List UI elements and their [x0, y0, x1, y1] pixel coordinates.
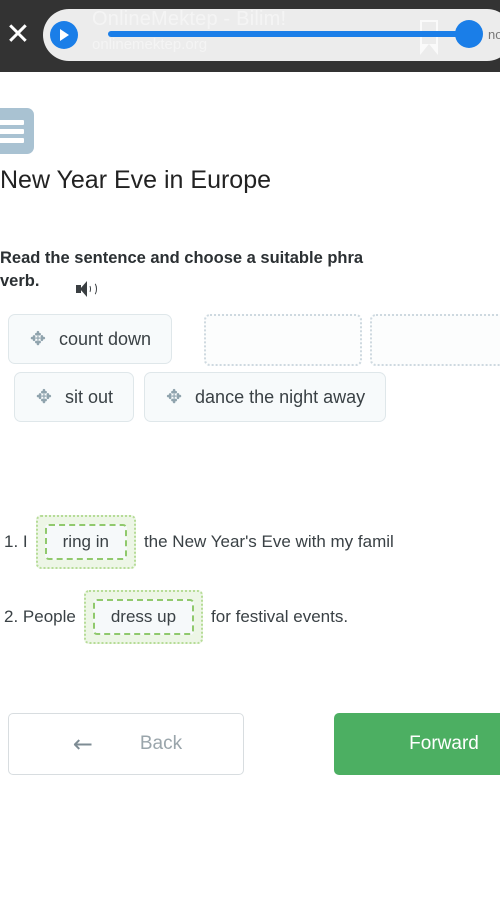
seek-track[interactable] — [108, 31, 468, 37]
empty-drop-slot-2[interactable] — [370, 314, 500, 366]
browser-top-bar: ✕ OnlineMektep - Bilim! onlinemektep.org… — [0, 0, 500, 72]
forward-button-label: Forward — [409, 733, 479, 754]
question-number-1: 1. I — [4, 532, 28, 551]
arrow-left-icon: ← — [72, 730, 93, 758]
page-title: New Year Eve in Europe — [0, 166, 272, 194]
word-chip-sit-out[interactable]: ✥ sit out — [14, 372, 135, 422]
filled-drop-slot-2[interactable]: dress up — [83, 590, 204, 644]
speaker-icon[interactable] — [76, 280, 98, 298]
browser-url: onlinemektep.org — [92, 36, 208, 53]
app-screen: ✕ OnlineMektep - Bilim! onlinemektep.org… — [0, 0, 500, 911]
close-icon[interactable]: ✕ — [2, 20, 34, 52]
task-instruction-line1: Read the sentence and choose a suitable … — [0, 249, 364, 267]
question-number-2: 2. People — [4, 607, 76, 626]
empty-drop-slot-1[interactable] — [204, 314, 362, 366]
seek-thumb[interactable] — [455, 20, 483, 48]
move-icon: ✥ — [30, 328, 46, 350]
seek-right-label: no — [488, 27, 500, 42]
answer-chip-1[interactable]: ring in — [44, 524, 127, 560]
filled-drop-slot-1[interactable]: ring in — [35, 515, 136, 569]
chip-label: count down — [59, 328, 152, 349]
hamburger-menu-icon[interactable] — [0, 108, 34, 154]
chip-label: dance the night away — [195, 386, 366, 407]
word-chip-dance-the-night-away[interactable]: ✥ dance the night away — [144, 372, 387, 422]
word-chip-count-down[interactable]: ✥ count down — [8, 314, 173, 364]
move-icon: ✥ — [166, 386, 182, 408]
question-row-1: 1. I ring in the New Year's Eve with my … — [4, 515, 394, 569]
question-row-2: 2. People dress up for festival events. — [4, 590, 348, 644]
task-instruction-line2: verb. — [0, 272, 40, 290]
answer-chip-2[interactable]: dress up — [92, 599, 195, 635]
word-chip-row-2: ✥ sit out ✥ dance the night away — [14, 372, 387, 422]
back-button-label: Back — [139, 733, 183, 754]
question-tail-1: the New Year's Eve with my famil — [143, 532, 394, 551]
forward-button[interactable]: Forward — [334, 713, 500, 775]
back-button[interactable]: ← Back — [8, 713, 244, 775]
chip-label: sit out — [65, 386, 114, 407]
question-tail-2: for festival events. — [211, 607, 349, 626]
browser-title: OnlineMektep - Bilim! — [92, 8, 287, 30]
move-icon: ✥ — [36, 386, 52, 408]
play-icon[interactable] — [50, 21, 78, 49]
